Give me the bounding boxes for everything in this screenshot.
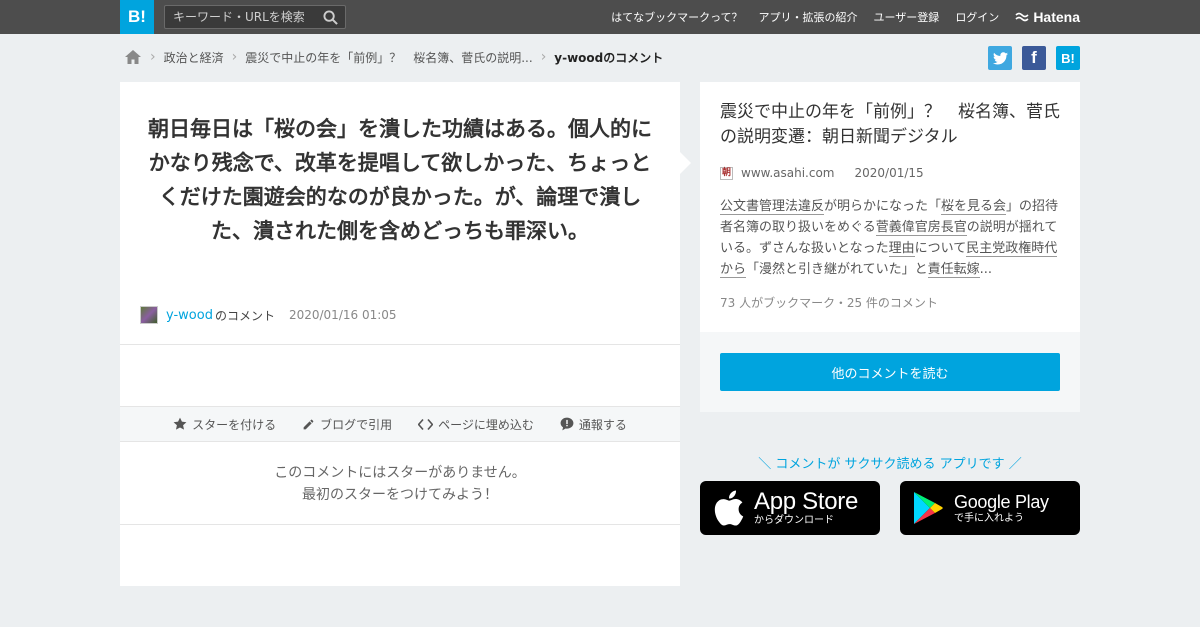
comment-user-suffix: のコメント [214,308,275,323]
entry-panel: 震災で中止の年を「前例」？ 桜名簿、菅氏の説明変遷：朝日新聞デジタル 朝 www… [700,82,1080,332]
app-promo-text[interactable]: ＼ コメントが サクサク読める アプリです ／ [700,453,1080,472]
facebook-icon: f [1031,48,1037,67]
facebook-share-button[interactable]: f [1022,46,1046,70]
google-play-badge[interactable]: Google Play で手に入れよう [900,481,1080,535]
report-label: 通報する [578,417,627,432]
no-star-line1: このコメントにはスターがありません。 [274,465,526,481]
app-store-title: App Store [754,488,859,515]
nav-register[interactable]: ユーザー登録 [874,9,940,25]
desc-text: 「漫然と引き継がれていた」と [746,262,928,277]
desc-text: ... [979,262,993,277]
entry-title[interactable]: 震災で中止の年を「前例」？ 桜名簿、菅氏の説明変遷：朝日新聞デジタル [720,100,1065,150]
hatena-brand: Hatena [1033,9,1080,25]
star-icon [173,417,187,430]
nav-login[interactable]: ログイン [955,9,999,25]
add-star-button[interactable]: スターを付ける [173,416,276,433]
desc-text: について [914,241,967,256]
entry-counts[interactable]: 73 人がブックマーク・25 件のコメント [720,294,938,311]
entry-site: 朝 www.asahi.com 2020/01/15 [720,166,924,180]
no-star-line2: 最初のスターをつけてみよう！ [302,487,498,503]
keyword-link[interactable]: 官房長官 [914,220,967,236]
google-play-subtitle: で手に入れよう [954,513,1024,524]
no-star-message: このコメントにはスターがありません。 最初のスターをつけてみよう！ [120,462,680,506]
app-store-badge[interactable]: App Store からダウンロード [700,481,880,535]
top-bar: B! はてなブックマークって？ アプリ・拡張の紹介 ユーザー登録 ログイン Ha… [0,0,1200,34]
breadcrumb-category[interactable]: 政治と経済 [164,49,224,66]
comment-text: 朝日毎日は「桜の会」を潰した功績はある。個人的にかなり残念で、改革を提唱して欲し… [148,117,652,243]
avatar[interactable] [140,306,158,324]
keyword-link[interactable]: 理由 [888,241,915,257]
breadcrumb-separator: › [231,49,238,65]
google-play-icon [914,492,943,524]
breadcrumb: › 政治と経済 › 震災で中止の年を「前例」？ 桜名簿、菅氏の説明... › y… [124,46,663,68]
breadcrumb-current: y-woodのコメント [554,50,664,65]
nav-about[interactable]: はてなブックマークって？ [611,9,742,25]
keyword-link[interactable]: 公文書管理法違反 [720,199,825,215]
comment-date[interactable]: 2020/01/16 01:05 [289,308,397,322]
report-button[interactable]: 通報する [560,416,627,433]
comment-user-link[interactable]: y-wood [166,308,213,323]
divider [120,524,680,525]
home-icon[interactable] [124,49,142,65]
embed-button[interactable]: ページに埋め込む [418,416,534,433]
code-icon [418,418,434,430]
site-favicon-icon: 朝 [720,166,733,180]
card-pointer [680,152,691,174]
keyword-link[interactable]: 桜を見る会 [941,199,1007,215]
comment-card: 朝日毎日は「桜の会」を潰した功績はある。個人的にかなり残念で、改革を提唱して欲し… [120,82,680,586]
more-comments-area: 他のコメントを読む [700,332,1080,412]
entry-domain[interactable]: www.asahi.com [741,166,835,180]
blog-quote-label: ブログで引用 [320,417,393,432]
app-store-subtitle: からダウンロード [754,515,834,526]
blog-quote-button[interactable]: ブログで引用 [302,416,392,433]
hatena-logo[interactable]: Hatena [1015,9,1080,25]
breadcrumb-separator: › [150,49,156,65]
nav-apps[interactable]: アプリ・拡張の紹介 [759,9,858,25]
search-box[interactable] [164,5,346,29]
read-more-comments-button[interactable]: 他のコメントを読む [720,353,1060,391]
divider [120,344,680,345]
top-nav: はてなブックマークって？ アプリ・拡張の紹介 ユーザー登録 ログイン Haten… [611,0,1080,34]
breadcrumb-separator: › [540,49,547,65]
entry-description: 公文書管理法違反が明らかになった「桜を見る会」の招待者名簿の取り扱いをめぐる菅義… [720,196,1062,280]
comment-meta: y-wood のコメント 2020/01/16 01:05 [140,306,397,324]
add-star-label: スターを付ける [192,417,277,432]
breadcrumb-entry[interactable]: 震災で中止の年を「前例」？ 桜名簿、菅氏の説明... [245,49,532,66]
hatena-wave-icon [1015,12,1029,22]
google-play-title: Google Play [954,492,1049,512]
keyword-link[interactable]: 責任転嫁 [927,262,980,278]
keyword-link[interactable]: 菅義偉 [875,220,915,236]
share-buttons: f B! [988,46,1080,70]
hatena-bookmark-logo[interactable]: B! [120,0,154,34]
search-icon[interactable] [323,10,338,25]
desc-text: が明らかになった「 [824,199,942,214]
twitter-icon [992,51,1008,64]
comment-actions: スターを付ける ブログで引用 ページに埋め込む 通報する [120,406,680,442]
report-icon [560,417,574,431]
pencil-icon [303,419,314,429]
entry-date: 2020/01/15 [854,166,924,180]
search-input[interactable] [165,6,315,28]
twitter-share-button[interactable] [988,46,1012,70]
bookmark-share-button[interactable]: B! [1056,46,1080,70]
apple-icon [714,490,744,526]
embed-label: ページに埋め込む [438,417,534,432]
